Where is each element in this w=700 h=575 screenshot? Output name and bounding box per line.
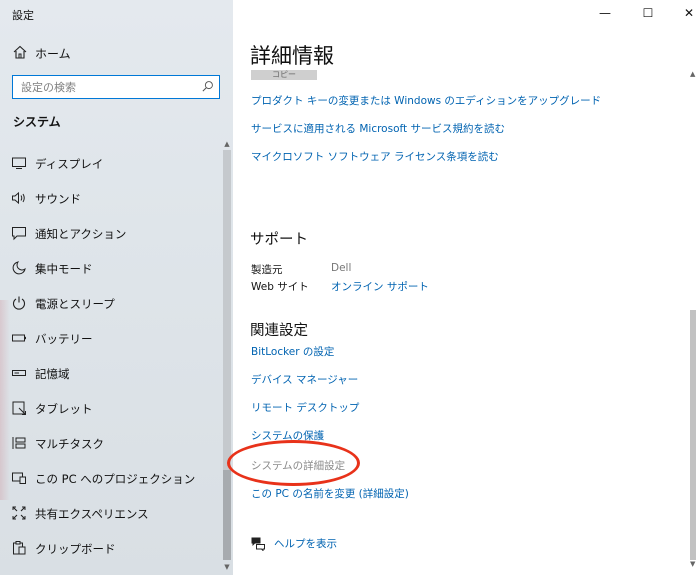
link-system-protection[interactable]: システムの保護 (251, 428, 324, 443)
sidebar-item-shared-experiences[interactable]: 共有エクスペリエンス (0, 498, 221, 528)
section-heading-system: システム (13, 115, 61, 129)
link-microsoft-services-agreement[interactable]: サービスに適用される Microsoft サービス規約を読む (251, 121, 505, 136)
sidebar-item-label: ディスプレイ (35, 157, 104, 171)
link-remote-desktop[interactable]: リモート デスクトップ (251, 400, 359, 415)
minimize-button[interactable]: — (590, 4, 620, 22)
copy-button[interactable]: コピー (251, 70, 317, 80)
main-scrollbar-thumb[interactable] (690, 310, 696, 560)
page-title: 詳細情報 (250, 44, 334, 68)
sidebar-item-home[interactable]: ホーム (0, 40, 221, 64)
sidebar-item-clipboard[interactable]: クリップボード (0, 533, 221, 563)
clipboard-icon (13, 541, 26, 555)
website-label: Web サイト (251, 281, 309, 293)
manufacturer-value: Dell (331, 262, 352, 274)
link-bitlocker-settings[interactable]: BitLocker の設定 (251, 344, 334, 359)
power-icon (12, 296, 26, 310)
storage-icon (12, 370, 26, 376)
link-change-product-key[interactable]: プロダクト キーの変更または Windows のエディションをアップグレード (251, 93, 601, 108)
close-button[interactable]: ✕ (674, 4, 700, 22)
app-title: 設定 (12, 9, 34, 22)
search-box[interactable] (12, 75, 220, 99)
sidebar-item-label: タブレット (35, 402, 93, 416)
multitask-icon (12, 437, 26, 449)
search-input[interactable] (19, 79, 203, 96)
home-label: ホーム (35, 47, 71, 61)
sidebar-item-label: 記憶域 (35, 367, 70, 381)
link-advanced-system-settings[interactable]: システムの詳細設定 (251, 458, 345, 473)
related-settings-heading: 関連設定 (250, 323, 308, 339)
sidebar-item-focus[interactable]: 集中モード (0, 253, 221, 283)
sidebar-item-projection[interactable]: この PC へのプロジェクション (0, 463, 221, 493)
sidebar: 設定 ホーム システム ディスプレイ サウンド (0, 0, 233, 575)
link-device-manager[interactable]: デバイス マネージャー (251, 372, 358, 387)
scroll-down-arrow-icon[interactable]: ▼ (690, 560, 695, 568)
sidebar-item-label: 共有エクスペリエンス (35, 507, 149, 521)
projection-icon (12, 472, 26, 484)
scroll-up-arrow-icon[interactable]: ▲ (223, 140, 231, 148)
speaker-icon (12, 191, 25, 205)
sidebar-item-label: サウンド (35, 192, 81, 206)
link-software-license-terms[interactable]: マイクロソフト ソフトウェア ライセンス条項を読む (251, 149, 499, 164)
home-icon (13, 45, 27, 59)
sidebar-item-display[interactable]: ディスプレイ (0, 148, 221, 178)
link-rename-pc[interactable]: この PC の名前を変更 (詳細設定) (251, 486, 409, 501)
sidebar-scrollbar-thumb[interactable] (223, 470, 231, 560)
get-help-label: ヘルプを表示 (274, 538, 337, 550)
scroll-down-arrow-icon[interactable]: ▼ (223, 563, 231, 571)
online-support-link[interactable]: オンライン サポート (331, 279, 429, 294)
manufacturer-label: 製造元 (251, 264, 283, 276)
sidebar-item-label: バッテリー (35, 332, 93, 346)
sidebar-item-storage[interactable]: 記憶域 (0, 358, 221, 388)
sidebar-item-notifications[interactable]: 通知とアクション (0, 218, 221, 248)
display-icon (12, 157, 26, 169)
sidebar-item-battery[interactable]: バッテリー (0, 323, 221, 353)
scroll-up-arrow-icon[interactable]: ▲ (690, 70, 695, 78)
sidebar-item-tablet[interactable]: タブレット (0, 393, 221, 423)
maximize-button[interactable]: ☐ (633, 4, 663, 22)
support-heading: サポート (250, 232, 308, 248)
moon-icon (12, 261, 26, 275)
main-pane: — ☐ ✕ 詳細情報 コピー プロダクト キーの変更または Windows のエ… (233, 0, 700, 575)
sidebar-item-label: この PC へのプロジェクション (35, 472, 196, 486)
notification-icon (12, 227, 26, 241)
sidebar-item-power[interactable]: 電源とスリープ (0, 288, 221, 318)
sidebar-item-multitasking[interactable]: マルチタスク (0, 428, 221, 458)
sidebar-item-label: 通知とアクション (35, 227, 127, 241)
sidebar-item-label: クリップボード (35, 542, 116, 556)
tablet-icon (12, 401, 26, 415)
main-scrollbar[interactable]: ▲ ▼ (690, 70, 696, 570)
search-icon[interactable] (201, 80, 214, 93)
help-chat-icon (251, 537, 265, 551)
sidebar-item-label: 集中モード (35, 262, 93, 276)
sidebar-item-sound[interactable]: サウンド (0, 183, 221, 213)
sidebar-item-label: 電源とスリープ (35, 297, 115, 311)
shared-experience-icon (12, 506, 26, 520)
battery-icon (12, 334, 26, 342)
sidebar-item-label: マルチタスク (35, 437, 104, 451)
